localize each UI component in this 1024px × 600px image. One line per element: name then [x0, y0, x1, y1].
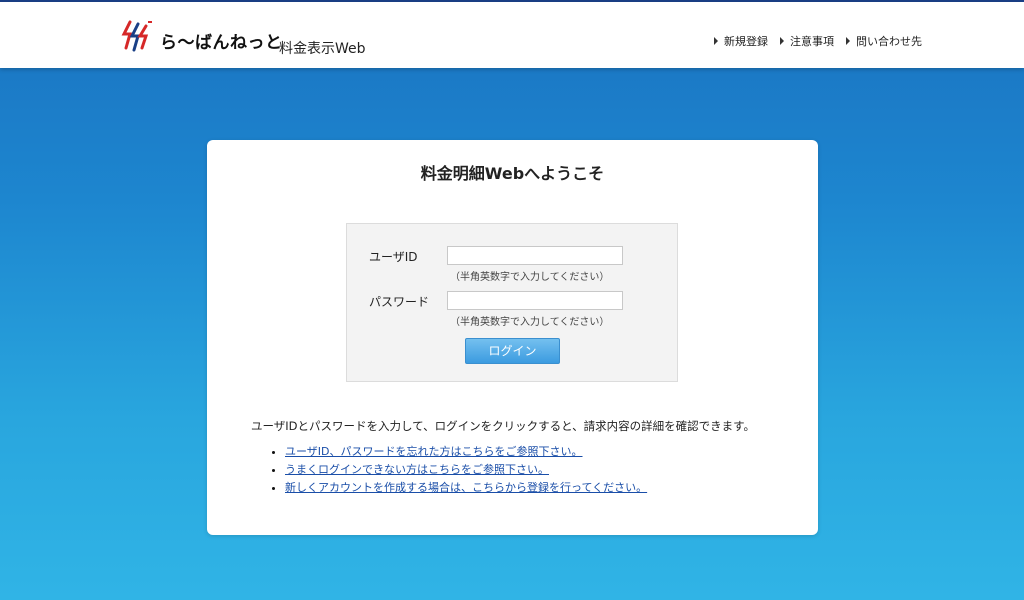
user-id-label: ユーザID	[369, 250, 418, 264]
create-account-link[interactable]: 新しくアカウントを作成する場合は、こちらから登録を行ってください。	[285, 481, 647, 494]
page-title: 料金明細Webへようこそ	[420, 164, 605, 183]
password-label: パスワード	[369, 295, 430, 309]
brand-logo-icon	[121, 20, 152, 52]
nav-link-register[interactable]: 新規登録	[714, 33, 768, 49]
brand-name: ら〜ばんねっと	[160, 33, 283, 53]
password-hint: （半角英数字で入力してください）	[450, 317, 610, 328]
login-description: ユーザIDとパスワードを入力して、ログインをクリックすると、請求内容の詳細を確認…	[251, 419, 755, 433]
list-item: 新しくアカウントを作成する場合は、こちらから登録を行ってください。	[285, 479, 647, 494]
user-id-input[interactable]	[447, 246, 623, 265]
password-input[interactable]	[447, 291, 623, 310]
list-item: うまくログインできない方はこちらをご参照下さい。	[285, 461, 647, 476]
login-button[interactable]: ログイン	[465, 338, 560, 364]
app-title: 料金表示Web	[279, 41, 366, 57]
nav-link-contact[interactable]: 問い合わせ先	[846, 33, 922, 49]
nav-link-label: 問い合わせ先	[856, 35, 922, 48]
login-card: 料金明細Webへようこそ ユーザID （半角英数字で入力してください） パスワー…	[207, 140, 818, 535]
site-header: ら〜ばんねっと 料金表示Web 新規登録 注意事項 問い合わせ先	[0, 2, 1024, 68]
triangle-right-icon	[714, 37, 718, 45]
triangle-right-icon	[780, 37, 784, 45]
login-trouble-link[interactable]: うまくログインできない方はこちらをご参照下さい。	[285, 463, 549, 476]
forgot-credentials-link[interactable]: ユーザID、パスワードを忘れた方はこちらをご参照下さい。	[285, 445, 583, 458]
header-nav: 新規登録 注意事項 問い合わせ先	[714, 33, 922, 49]
login-form: ユーザID （半角英数字で入力してください） パスワード （半角英数字で入力して…	[346, 223, 678, 382]
help-links: ユーザID、パスワードを忘れた方はこちらをご参照下さい。 うまくログインできない…	[271, 443, 647, 497]
nav-link-label: 注意事項	[790, 35, 834, 48]
nav-link-label: 新規登録	[724, 35, 768, 48]
user-id-hint: （半角英数字で入力してください）	[450, 272, 610, 283]
nav-link-notes[interactable]: 注意事項	[780, 33, 834, 49]
list-item: ユーザID、パスワードを忘れた方はこちらをご参照下さい。	[285, 443, 647, 458]
triangle-right-icon	[846, 37, 850, 45]
